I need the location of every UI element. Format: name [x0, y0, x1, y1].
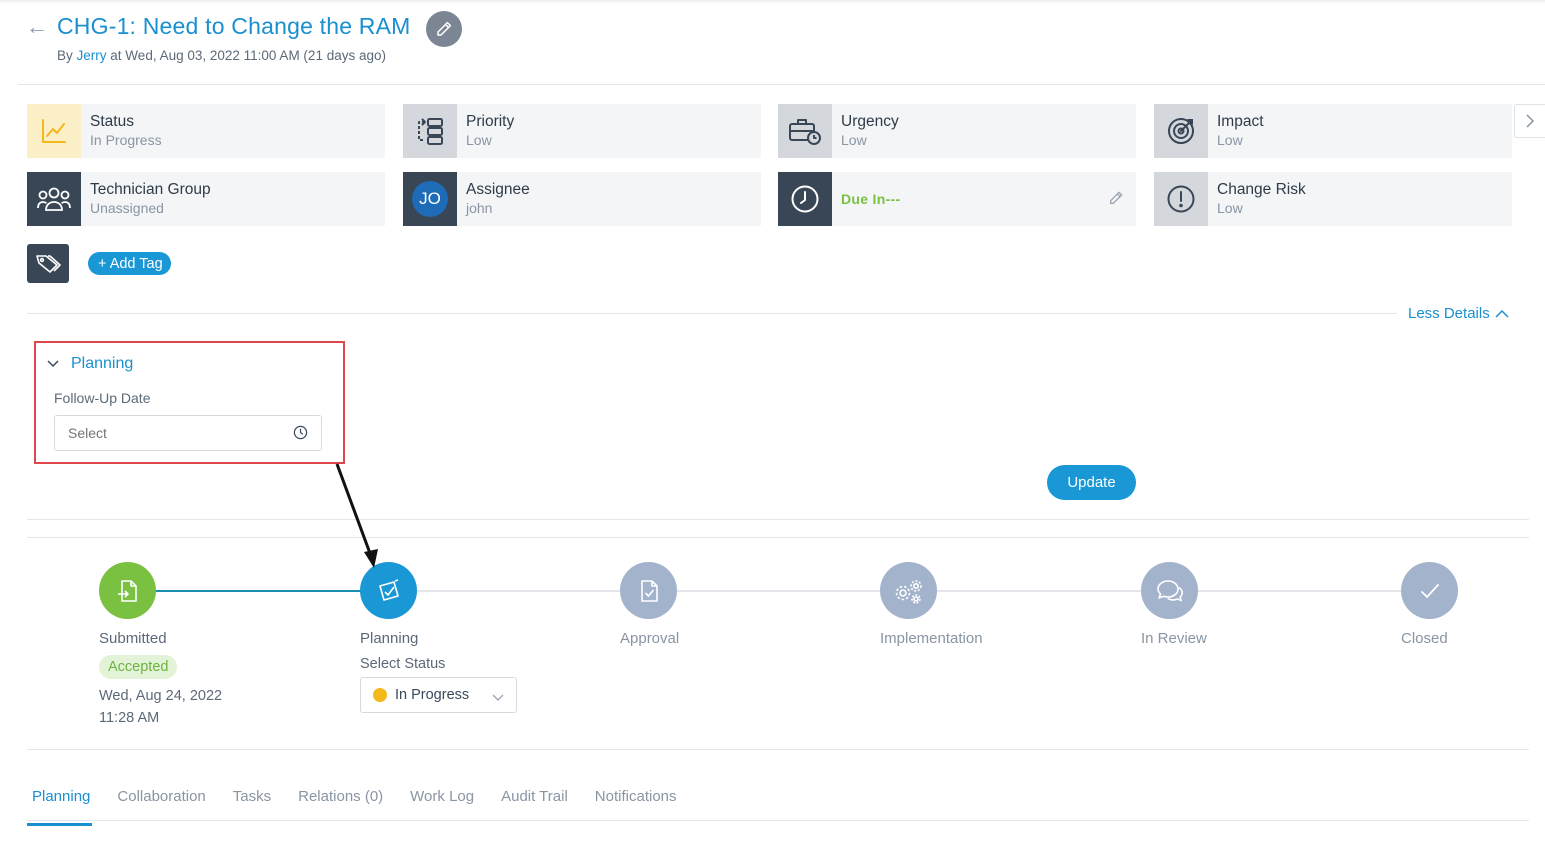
details-divider	[27, 313, 1397, 314]
page-title: CHG-1: Need to Change the RAM	[57, 13, 411, 39]
step-implementation[interactable]	[880, 562, 937, 619]
step-submitted[interactable]	[99, 562, 156, 619]
priority-value: Low	[466, 132, 492, 148]
priority-label: Priority	[466, 113, 515, 130]
submitted-datetime: Wed, Aug 24, 2022 11:28 AM	[99, 685, 222, 729]
change-risk-card[interactable]: Change Risk Low	[1154, 172, 1512, 226]
divider	[27, 537, 1529, 538]
less-details-label: Less Details	[1408, 305, 1490, 322]
briefcase-clock-icon	[778, 104, 832, 158]
by-prefix: By	[57, 48, 73, 63]
tag-icon	[36, 254, 61, 273]
edit-title-button[interactable]	[426, 11, 462, 47]
impact-card[interactable]: Impact Low	[1154, 104, 1512, 158]
time-picker-icon[interactable]	[293, 425, 308, 445]
request-meta: By Jerry at Wed, Aug 03, 2022 11:00 AM (…	[57, 48, 386, 63]
urgency-card[interactable]: Urgency Low	[778, 104, 1136, 158]
tab-audit-trail[interactable]: Audit Trail	[501, 788, 568, 815]
planning-section-title: Planning	[71, 355, 134, 372]
urgency-value: Low	[841, 132, 867, 148]
status-label: Status	[90, 113, 134, 130]
priority-card[interactable]: Priority Low	[403, 104, 761, 158]
update-button[interactable]: Update	[1047, 465, 1136, 500]
created-timestamp: at Wed, Aug 03, 2022 11:00 AM (21 days a…	[110, 48, 386, 63]
planning-board-icon	[378, 578, 399, 601]
change-risk-value: Low	[1217, 200, 1243, 216]
users-group-icon	[27, 172, 81, 226]
step-planning[interactable]	[360, 562, 417, 619]
submitted-date: Wed, Aug 24, 2022	[99, 688, 223, 704]
assignee-card[interactable]: JO Assignee john	[403, 172, 761, 226]
avatar: JO	[412, 181, 448, 217]
submitted-time: 11:28 AM	[99, 710, 160, 726]
less-details-toggle[interactable]: Less Details	[1408, 305, 1509, 322]
assignee-avatar-tile: JO	[403, 172, 457, 226]
document-check-icon	[640, 579, 658, 602]
chevron-down-icon	[492, 689, 504, 707]
target-impact-icon	[1154, 104, 1208, 158]
status-dropdown[interactable]: In Progress	[360, 677, 517, 713]
due-card[interactable]: Due In---	[778, 172, 1136, 226]
tags-icon-box	[27, 244, 69, 283]
status-dropdown-value: In Progress	[395, 687, 470, 703]
add-tag-button[interactable]: + Add Tag	[88, 252, 171, 275]
tab-tasks[interactable]: Tasks	[233, 788, 271, 815]
divider	[27, 749, 1529, 750]
edit-due-icon[interactable]	[1108, 190, 1124, 211]
technician-group-card[interactable]: Technician Group Unassigned	[27, 172, 385, 226]
step-connector-done	[127, 590, 389, 592]
gears-icon	[895, 579, 922, 604]
author-link[interactable]: Jerry	[77, 48, 107, 63]
status-card[interactable]: Status In Progress	[27, 104, 385, 158]
status-dot	[373, 688, 387, 702]
follow-up-date-input[interactable]	[54, 415, 322, 451]
chevron-up-icon	[1495, 309, 1509, 318]
tab-planning[interactable]: Planning	[26, 788, 93, 826]
trend-chart-icon	[27, 104, 81, 158]
urgency-label: Urgency	[841, 113, 899, 130]
assignee-value: john	[466, 200, 493, 216]
impact-value: Low	[1217, 132, 1243, 148]
technician-group-value: Unassigned	[90, 200, 164, 216]
follow-up-date-label: Follow-Up Date	[54, 390, 151, 406]
step-label-implementation: Implementation	[880, 630, 983, 647]
tab-collaboration[interactable]: Collaboration	[117, 788, 205, 815]
document-submit-icon	[117, 579, 137, 602]
cards-next-button[interactable]	[1514, 104, 1545, 138]
clock-icon	[778, 172, 832, 226]
chevron-down-icon	[47, 360, 59, 368]
assignee-label: Assignee	[466, 181, 530, 198]
change-risk-label: Change Risk	[1217, 181, 1306, 198]
accepted-status-badge: Accepted	[99, 655, 178, 679]
tab-divider	[27, 820, 1529, 821]
status-value: In Progress	[90, 132, 162, 148]
step-closed[interactable]	[1401, 562, 1458, 619]
step-label-submitted: Submitted	[99, 630, 167, 647]
divider	[27, 519, 1529, 520]
step-approval[interactable]	[620, 562, 677, 619]
step-label-approval: Approval	[620, 630, 680, 647]
step-label-in-review: In Review	[1141, 630, 1207, 647]
tab-relations[interactable]: Relations (0)	[298, 788, 383, 815]
impact-label: Impact	[1217, 113, 1264, 130]
tab-notifications[interactable]: Notifications	[595, 788, 677, 815]
chevron-right-icon	[1526, 114, 1535, 128]
tab-bar: Planning Collaboration Tasks Relations (…	[26, 788, 677, 826]
top-shadow	[0, 0, 1545, 4]
chat-bubbles-icon	[1156, 579, 1183, 601]
divider	[18, 84, 1545, 85]
step-label-closed: Closed	[1401, 630, 1448, 647]
checkmark-icon	[1420, 583, 1439, 598]
priority-flow-icon	[403, 104, 457, 158]
pencil-icon	[437, 21, 452, 36]
exclamation-circle-icon	[1154, 172, 1208, 226]
tab-work-log[interactable]: Work Log	[410, 788, 474, 815]
due-in-value: Due In---	[841, 191, 901, 207]
technician-group-label: Technician Group	[90, 181, 211, 198]
planning-section-toggle[interactable]: Planning	[47, 355, 133, 373]
select-status-label: Select Status	[360, 656, 446, 672]
step-in-review[interactable]	[1141, 562, 1198, 619]
step-label-planning: Planning	[360, 630, 419, 647]
back-arrow-icon[interactable]: ←	[26, 14, 48, 40]
